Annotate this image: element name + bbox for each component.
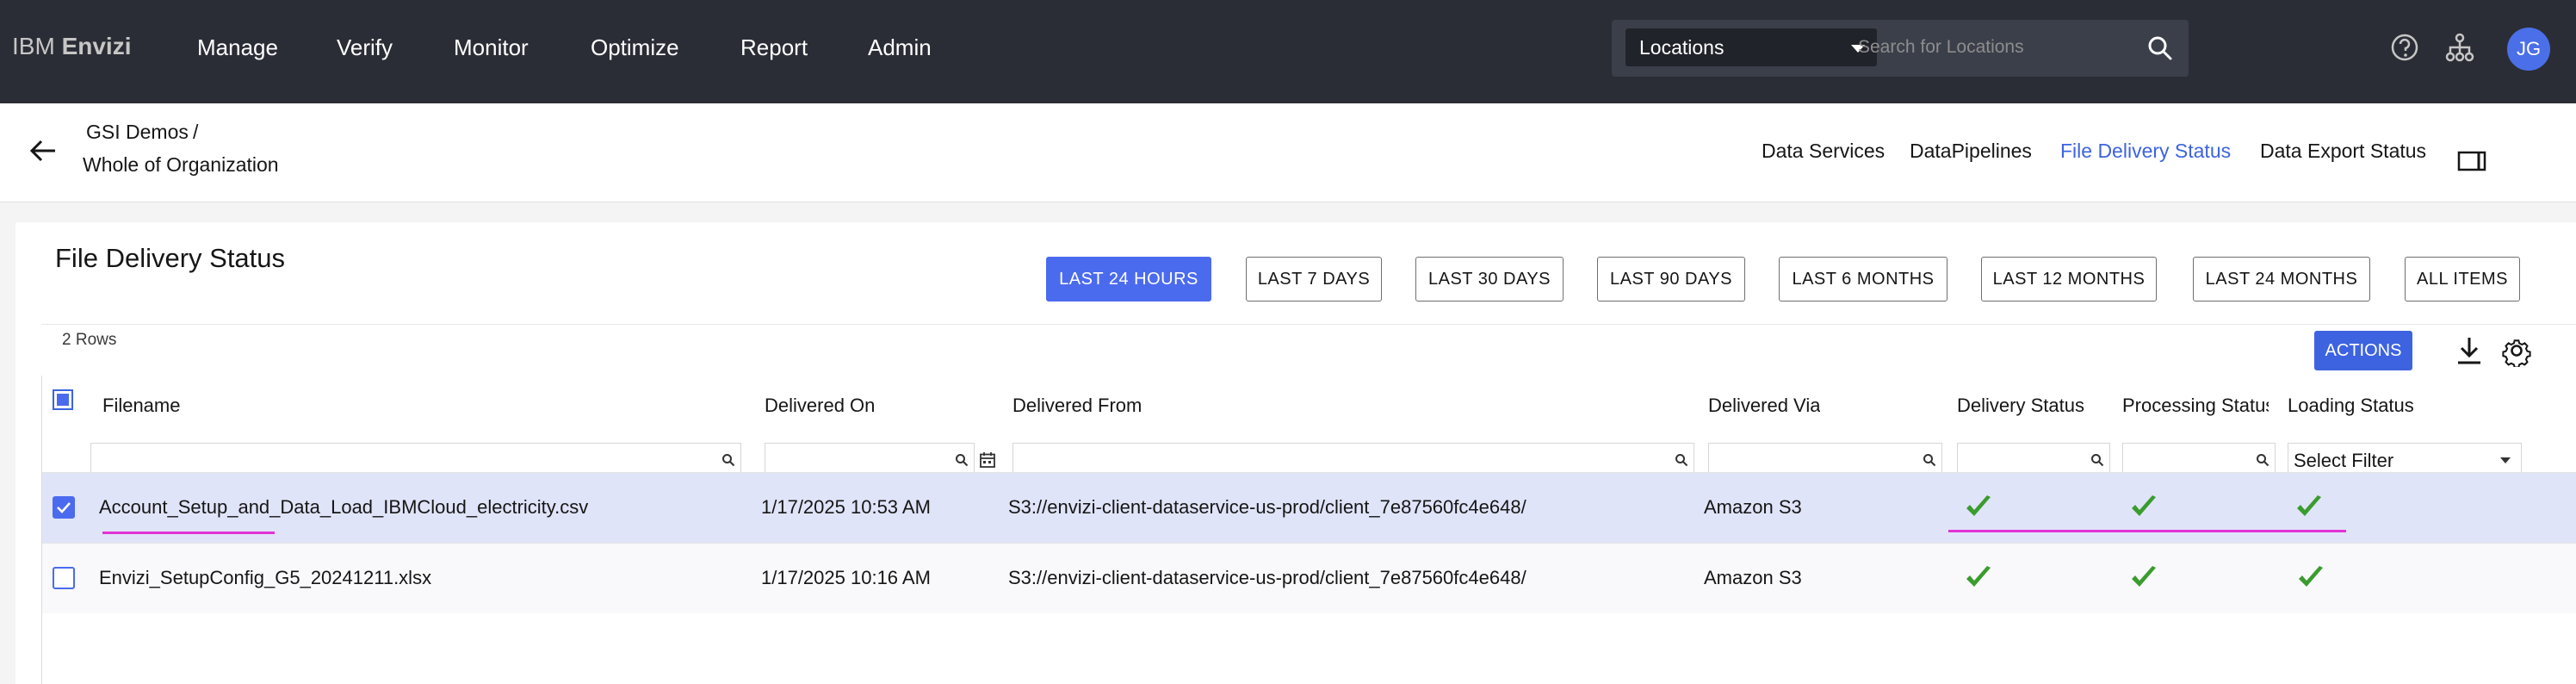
help-icon[interactable] [2388, 31, 2421, 64]
range-last-24-hours-button[interactable]: LAST 24 HOURS [1046, 257, 1211, 302]
row-checkbox[interactable] [53, 567, 75, 589]
chevron-down-icon [2500, 457, 2511, 463]
search-icon [2091, 454, 2104, 467]
column-header-delivered-via[interactable]: Delivered Via [1708, 395, 1820, 417]
tab-file-delivery-status[interactable]: File Delivery Status [2060, 140, 2231, 163]
search-icon [722, 454, 735, 467]
search-icon [956, 454, 969, 467]
search-icon [1923, 454, 1936, 467]
table-header: Filename Delivered On Delivered From Del… [42, 376, 2576, 477]
page-header: GSI Demos / Whole of Organization Data S… [0, 103, 2576, 202]
search-input[interactable] [1848, 28, 2140, 66]
column-header-processing-status[interactable]: Processing Status [2122, 395, 2269, 417]
page-title: File Delivery Status [55, 243, 286, 273]
breadcrumb-whole-of-organization[interactable]: Whole of Organization [83, 153, 279, 177]
breadcrumb-gsi-demos[interactable]: GSI Demos [86, 121, 189, 144]
actions-button[interactable]: ACTIONS [2314, 331, 2412, 370]
search-icon[interactable] [2146, 34, 2175, 63]
column-header-loading-status[interactable]: Loading Status [2288, 395, 2414, 417]
search-scope-value: Locations [1639, 36, 1725, 59]
organization-hierarchy-icon[interactable] [2443, 31, 2476, 64]
table-empty-area [42, 613, 2576, 684]
nav-item-monitor[interactable]: Monitor [454, 34, 529, 61]
filename-cell[interactable]: Account_Setup_and_Data_Load_IBMCloud_ele… [99, 496, 588, 519]
success-checkmark-icon [2132, 495, 2156, 516]
back-arrow-icon[interactable] [28, 134, 60, 167]
filename-cell[interactable]: Envizi_SetupConfig_G5_20241211.xlsx [99, 567, 431, 589]
download-icon[interactable] [2454, 334, 2485, 367]
range-last-30-days-button[interactable]: LAST 30 DAYS [1415, 257, 1564, 302]
file-delivery-card: File Delivery Status LAST 24 HOURS LAST … [15, 222, 2576, 684]
gear-icon[interactable] [2500, 334, 2533, 367]
delivered-from-cell: S3://envizi-client-dataservice-us-prod/c… [1008, 567, 1526, 588]
brand-logo[interactable]: IBM Envizi [12, 33, 131, 60]
table-row[interactable]: Account_Setup_and_Data_Load_IBMCloud_ele… [42, 472, 2576, 543]
user-avatar[interactable]: JG [2507, 28, 2550, 71]
success-checkmark-icon [2299, 566, 2323, 587]
range-last-24-months-button[interactable]: LAST 24 MONTHS [2193, 257, 2370, 302]
loading-status-filter-value: Select Filter [2294, 450, 2394, 471]
range-last-12-months-button[interactable]: LAST 12 MONTHS [1981, 257, 2157, 302]
file-delivery-table: Filename Delivered On Delivered From Del… [41, 376, 2576, 684]
range-last-7-days-button[interactable]: LAST 7 DAYS [1246, 257, 1382, 302]
delivered-from-cell: S3://envizi-client-dataservice-us-prod/c… [1008, 496, 1526, 518]
success-checkmark-icon [2132, 566, 2156, 587]
column-header-delivery-status[interactable]: Delivery Status [1957, 395, 2084, 417]
column-header-delivered-on[interactable]: Delivered On [765, 395, 875, 417]
success-checkmark-icon [1966, 495, 1991, 516]
filename-highlight-underline [102, 532, 275, 534]
table-row[interactable]: Envizi_SetupConfig_G5_20241211.xlsx 1/17… [42, 543, 2576, 613]
select-all-checkbox[interactable] [53, 389, 73, 410]
divider [41, 324, 2576, 325]
delivered-via-cell: Amazon S3 [1704, 496, 1802, 518]
tab-datapipelines[interactable]: DataPipelines [1910, 140, 2032, 163]
column-header-delivered-from[interactable]: Delivered From [1012, 395, 1142, 417]
delivered-on-cell: 1/17/2025 10:53 AM [761, 496, 931, 518]
nav-item-report[interactable]: Report [740, 34, 808, 61]
success-checkmark-icon [1966, 566, 1991, 587]
global-search: Locations [1612, 20, 2189, 77]
range-last-6-months-button[interactable]: LAST 6 MONTHS [1779, 257, 1947, 302]
nav-item-manage[interactable]: Manage [197, 34, 278, 61]
search-icon [1675, 454, 1688, 467]
tab-data-services[interactable]: Data Services [1762, 140, 1885, 163]
calendar-icon[interactable] [979, 451, 996, 469]
range-all-items-button[interactable]: ALL ITEMS [2405, 257, 2520, 302]
column-header-filename[interactable]: Filename [102, 395, 180, 417]
breadcrumb-separator: / [193, 121, 199, 143]
delivered-on-cell: 1/17/2025 10:16 AM [761, 567, 931, 588]
nav-item-verify[interactable]: Verify [337, 34, 393, 61]
brand-name: Envizi [61, 33, 132, 59]
top-navigation-bar: IBM Envizi Manage Verify Monitor Optimiz… [0, 0, 2576, 103]
success-checkmark-icon [2297, 495, 2321, 516]
status-highlight-underline [1948, 530, 2346, 532]
search-icon [2257, 454, 2269, 467]
search-scope-select[interactable]: Locations [1625, 28, 1877, 66]
tab-data-export-status[interactable]: Data Export Status [2260, 140, 2426, 163]
side-panel-icon[interactable] [2457, 150, 2486, 172]
nav-item-admin[interactable]: Admin [868, 34, 932, 61]
nav-item-optimize[interactable]: Optimize [591, 34, 679, 61]
range-last-90-days-button[interactable]: LAST 90 DAYS [1597, 257, 1745, 302]
brand-prefix: IBM [12, 33, 55, 59]
row-checkbox[interactable] [53, 496, 75, 519]
row-count: 2 Rows [62, 331, 117, 349]
checkmark-icon [57, 502, 71, 513]
delivered-via-cell: Amazon S3 [1704, 567, 1802, 588]
